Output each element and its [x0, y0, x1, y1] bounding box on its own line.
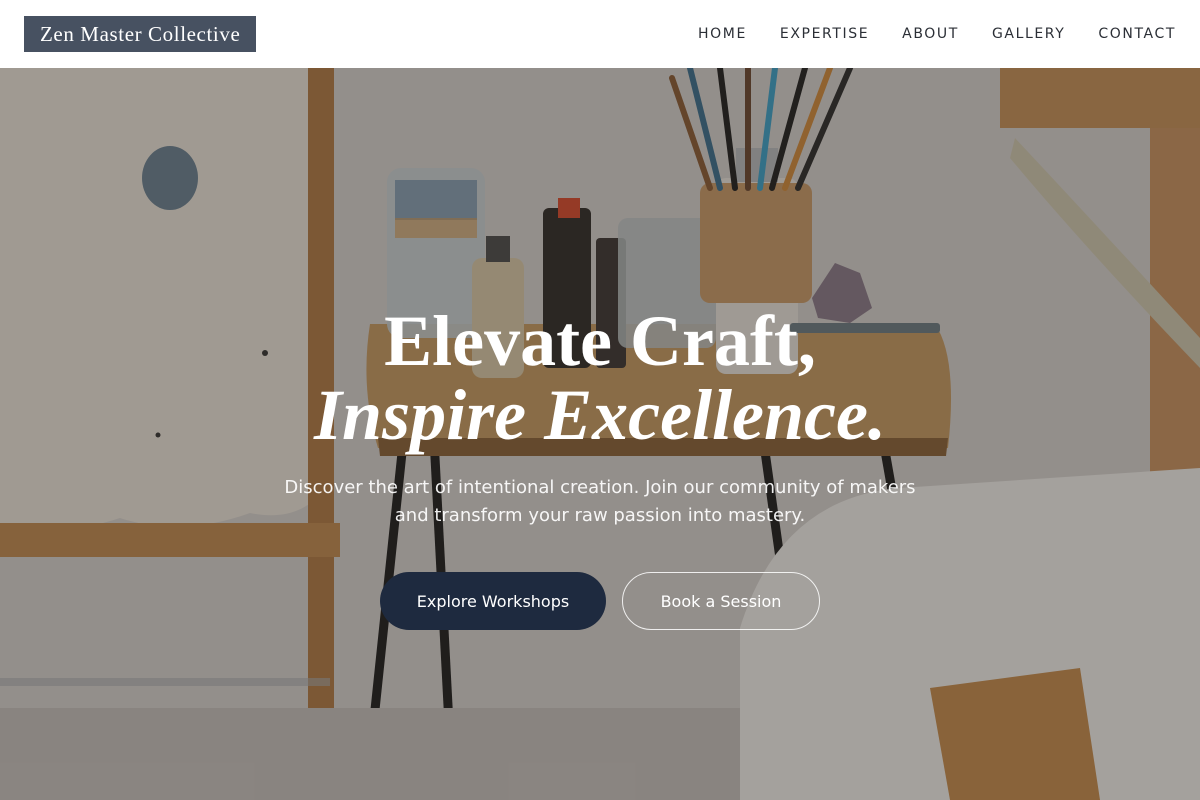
- nav-item-expertise[interactable]: EXPERTISE: [780, 26, 869, 42]
- main-nav: HOME EXPERTISE ABOUT GALLERY CONTACT: [698, 26, 1176, 42]
- site-logo[interactable]: Zen Master Collective: [24, 16, 257, 52]
- book-session-button[interactable]: Book a Session: [622, 572, 820, 630]
- hero-buttons: Explore Workshops Book a Session: [380, 572, 820, 630]
- hero-subtitle: Discover the art of intentional creation…: [284, 477, 916, 526]
- nav-item-about[interactable]: ABOUT: [902, 26, 959, 42]
- nav-item-contact[interactable]: CONTACT: [1098, 26, 1176, 42]
- hero-title-line-1: Elevate Craft,: [384, 301, 816, 381]
- site-header: Zen Master Collective HOME EXPERTISE ABO…: [0, 0, 1200, 68]
- nav-item-home[interactable]: HOME: [698, 26, 747, 42]
- hero-content: Elevate Craft, Inspire Excellence. Disco…: [0, 68, 1200, 800]
- hero-title-line-2: Inspire Excellence.: [314, 375, 886, 455]
- hero-section: Elevate Craft, Inspire Excellence. Disco…: [0, 68, 1200, 800]
- nav-item-gallery[interactable]: GALLERY: [992, 26, 1065, 42]
- explore-workshops-button[interactable]: Explore Workshops: [380, 572, 606, 630]
